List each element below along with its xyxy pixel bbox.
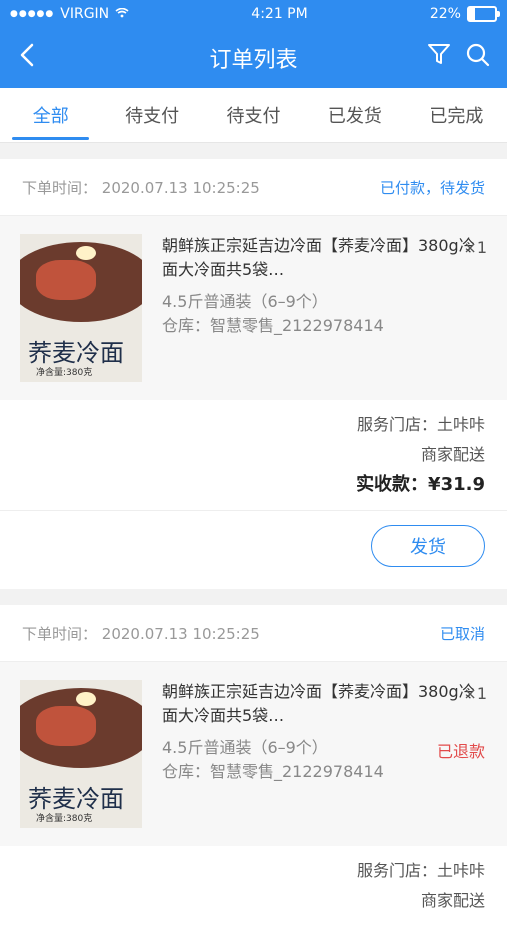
filter-icon <box>428 44 450 64</box>
product-image-title: 荞麦冷面 <box>28 339 124 367</box>
back-button[interactable] <box>14 40 44 70</box>
order-actions: 发货 <box>0 510 507 589</box>
filter-button[interactable] <box>427 42 451 66</box>
search-icon <box>466 43 490 67</box>
app-header: ●●●●● VIRGIN 4:21 PM 22% 订单列表 <box>0 0 507 88</box>
page-title: 订单列表 <box>209 48 298 73</box>
service-store: 服务门店：土咔咔 <box>356 415 485 434</box>
search-button[interactable] <box>465 42 491 68</box>
tab-shipped[interactable]: 已发货 <box>304 88 405 142</box>
carrier-area: ●●●●● VIRGIN <box>10 6 129 22</box>
order-summary: 服务门店：土咔咔 商家配送 <box>0 846 507 926</box>
product-info: 朝鲜族正宗延吉边冷面【荞麦冷面】380g冷面大冷面共5袋… 4.5斤普通装（6–… <box>162 234 487 382</box>
order-time: 2020.07.13 10:25:25 <box>101 178 260 197</box>
order-tabs: 全部 待支付 待支付 已发货 已完成 <box>0 88 507 143</box>
order-header: 下单时间： 2020.07.13 10:25:25 已付款，待发货 <box>0 159 507 216</box>
order-header: 下单时间： 2020.07.13 10:25:25 已取消 <box>0 605 507 662</box>
order-card[interactable]: 下单时间： 2020.07.13 10:25:25 已取消 荞麦冷面 净含量:3… <box>0 605 507 926</box>
order-time: 2020.07.13 10:25:25 <box>101 624 260 643</box>
battery-area: 22% <box>429 6 500 22</box>
product-row[interactable]: 荞麦冷面 净含量:380克 朝鲜族正宗延吉边冷面【荞麦冷面】380g冷面大冷面共… <box>0 662 507 846</box>
clock: 4:21 PM <box>251 6 308 22</box>
nav-bar: 订单列表 <box>0 28 507 88</box>
product-image-subtitle: 净含量:380克 <box>36 814 93 824</box>
tab-completed[interactable]: 已完成 <box>406 88 507 142</box>
status-bar: ●●●●● VIRGIN 4:21 PM 22% <box>0 0 507 28</box>
order-time-block: 下单时间： 2020.07.13 10:25:25 <box>22 177 260 198</box>
service-store: 服务门店：土咔咔 <box>356 861 485 880</box>
order-status: 已取消 <box>439 624 485 643</box>
order-amount: 实收款：¥31.9 <box>356 474 485 495</box>
battery-percent: 22% <box>429 6 461 22</box>
signal-icon: ●●●●● <box>10 9 55 19</box>
tab-pending-payment[interactable]: 待支付 <box>101 88 202 142</box>
tab-all[interactable]: 全部 <box>0 88 101 142</box>
battery-icon <box>466 6 500 22</box>
product-image: 荞麦冷面 净含量:380克 <box>20 680 142 828</box>
order-time-label: 下单时间： <box>22 178 98 197</box>
product-image: 荞麦冷面 净含量:380克 <box>20 234 142 382</box>
order-card[interactable]: 下单时间： 2020.07.13 10:25:25 已付款，待发货 荞麦冷面 净… <box>0 159 507 589</box>
wifi-icon <box>115 6 129 22</box>
section-gap <box>0 143 507 159</box>
product-name: 朝鲜族正宗延吉边冷面【荞麦冷面】380g冷面大冷面共5袋… <box>162 236 475 279</box>
order-time-block: 下单时间： 2020.07.13 10:25:25 <box>22 623 260 644</box>
product-warehouse: 仓库：智慧零售_2122978414 <box>162 762 384 781</box>
product-image-title: 荞麦冷面 <box>28 785 124 813</box>
tab-pending-payment-2[interactable]: 待支付 <box>203 88 304 142</box>
order-time-label: 下单时间： <box>22 624 98 643</box>
product-warehouse: 仓库：智慧零售_2122978414 <box>162 316 384 335</box>
carrier-label: VIRGIN <box>60 6 110 22</box>
ship-button[interactable]: 发货 <box>371 525 485 567</box>
product-name: 朝鲜族正宗延吉边冷面【荞麦冷面】380g冷面大冷面共5袋… <box>162 682 475 725</box>
delivery-method: 商家配送 <box>420 445 485 464</box>
order-summary: 服务门店：土咔咔 商家配送 实收款：¥31.9 <box>0 400 507 510</box>
order-status: 已付款，待发货 <box>379 178 485 197</box>
product-row[interactable]: 荞麦冷面 净含量:380克 朝鲜族正宗延吉边冷面【荞麦冷面】380g冷面大冷面共… <box>0 216 507 400</box>
product-image-subtitle: 净含量:380克 <box>36 368 93 378</box>
refund-status: 已退款 <box>436 742 485 761</box>
product-spec: 4.5斤普通装（6–9个） <box>162 292 328 311</box>
product-quantity: ×1 <box>463 238 487 257</box>
chevron-left-icon <box>20 43 34 67</box>
product-quantity: ×1 <box>463 684 487 703</box>
delivery-method: 商家配送 <box>420 891 485 910</box>
